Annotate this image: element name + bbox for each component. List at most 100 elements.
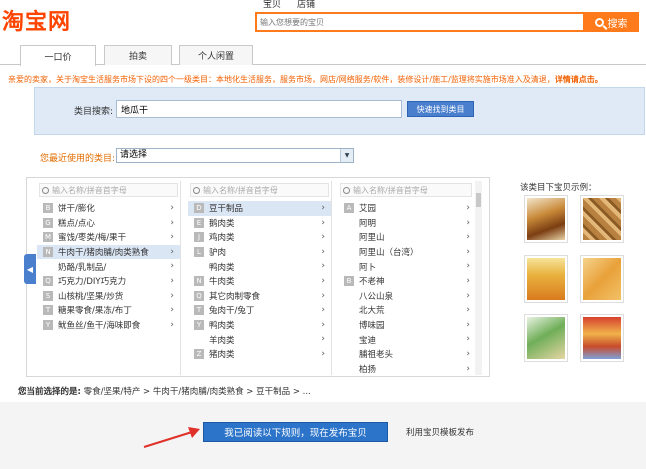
chevron-right-icon: › — [170, 319, 174, 330]
chevron-right-icon: › — [321, 203, 325, 213]
category-item-label: 阿里山 — [359, 233, 385, 244]
current-selection-label: 您当前选择的是: — [18, 387, 81, 397]
category-list-1: B 饼干/膨化 › G 糕点/点心 › M 蜜饯/枣类/梅/果干 › N 牛肉干/猪肉脯/肉类熟食 ›… — [37, 201, 180, 332]
search-button-label: 搜索 — [607, 18, 628, 30]
category-item-label: 鸡肉类 — [209, 233, 235, 244]
category-item[interactable]: T 兔肉干/兔丁 › — [188, 303, 331, 318]
category-item[interactable]: 柏扬 › — [338, 362, 482, 375]
category-item[interactable]: Q 其它肉制零食 › — [188, 289, 331, 304]
notice-text: 亲爱的卖家，关于淘宝生活服务市场下设的四个一级类目：本地化生活服务，服务市场，网… — [8, 74, 644, 85]
category-item[interactable]: 宝迪 › — [338, 332, 482, 347]
search-icon — [594, 17, 604, 27]
tab-personal-idle[interactable]: 个人闲置 — [179, 45, 253, 65]
chevron-right-icon: › — [170, 217, 174, 228]
chevron-right-icon: › — [466, 246, 470, 257]
category-item-label: 其它肉制零食 — [209, 291, 261, 302]
category-item[interactable]: T 糖果零食/果冻/布丁 › — [37, 303, 180, 318]
chevron-right-icon: › — [321, 275, 325, 286]
search-button[interactable]: 搜索 — [583, 12, 639, 32]
category-item-label: 饼干/膨化 — [58, 204, 95, 215]
publish-item-button[interactable]: 我已阅读以下规则，现在发布宝贝 — [203, 422, 388, 442]
taobao-logo[interactable]: 淘宝网 — [2, 4, 118, 36]
category-item[interactable]: Y 鱿鱼丝/鱼干/海味即食 › — [37, 318, 180, 333]
category-list-3: A 艾园 › 阿明 › 阿里山 › 阿里山（台湾） › 阿卜 › B 不老神 › 八公山泉 › 北大荒 › 博味园 ›… — [338, 201, 482, 375]
example-image-2[interactable] — [580, 195, 624, 243]
notice-detail-link[interactable]: 详情请点击。 — [555, 75, 603, 84]
chevron-right-icon: › — [170, 246, 174, 257]
search-tab-shops[interactable]: 店铺 — [289, 0, 323, 12]
category-item[interactable]: 北大荒 › — [338, 303, 482, 318]
category-item[interactable]: 羊肉类 › — [188, 332, 331, 347]
chevron-down-icon[interactable]: ▼ — [340, 149, 353, 162]
brand-list-scrollbar[interactable] — [475, 181, 482, 375]
tab-fixed-price[interactable]: 一口价 — [20, 45, 96, 66]
chevron-right-icon: › — [170, 232, 174, 243]
column-search-3[interactable]: 输入名称/拼音首字母 — [340, 183, 472, 197]
category-item[interactable]: Q 巧克力/DIY巧克力 › — [37, 274, 180, 289]
letter-badge: T — [43, 305, 53, 316]
category-column-3: 输入名称/拼音首字母 A 艾园 › 阿明 › 阿里山 › 阿里山（台湾） › 阿卜 › B 不老神 › 八公… — [338, 181, 482, 375]
category-item[interactable]: Z 猪肉类 › — [188, 347, 331, 362]
category-item-label: 猪肉类 — [209, 350, 235, 361]
quick-find-category-button[interactable]: 快速找到类目 — [407, 101, 474, 117]
recent-category-label: 您最近使用的类目: — [40, 154, 116, 164]
chevron-right-icon: › — [466, 334, 470, 345]
column-search-2[interactable]: 输入名称/拼音首字母 — [190, 183, 329, 197]
category-item[interactable]: 脯祖老头 › — [338, 347, 482, 362]
category-item[interactable]: 阿卜 › — [338, 259, 482, 274]
category-item[interactable]: 八公山泉 › — [338, 289, 482, 304]
tab-auction[interactable]: 拍卖 — [104, 45, 172, 65]
category-item[interactable]: 阿里山 › — [338, 230, 482, 245]
category-item-label: 阿里山（台湾） — [359, 248, 419, 259]
letter-badge: Y — [43, 320, 53, 331]
category-item-label: 艾园 — [359, 204, 377, 215]
publish-from-template-link[interactable]: 利用宝贝模板发布 — [406, 426, 474, 438]
category-item[interactable]: 奶酪/乳制品/ › — [37, 259, 180, 274]
category-item[interactable]: D 豆干制品 › — [188, 201, 331, 216]
category-item[interactable]: E 鹅肉类 › — [188, 216, 331, 231]
search-tab-items[interactable]: 宝贝 — [255, 0, 289, 12]
scroll-left-arrow-icon[interactable]: ◀ — [24, 254, 36, 284]
category-item-label: 牛肉类 — [209, 277, 235, 288]
chevron-right-icon: › — [321, 290, 325, 301]
category-item[interactable]: S 山核桃/坚果/炒货 › — [37, 289, 180, 304]
category-item[interactable]: M 蜜饯/枣类/梅/果干 › — [37, 230, 180, 245]
category-item-label: 柏扬 — [359, 364, 377, 375]
chevron-right-icon: › — [170, 290, 174, 301]
example-image-5[interactable] — [524, 314, 568, 362]
category-item[interactable]: 博味园 › — [338, 318, 482, 333]
category-item[interactable]: 鸭肉类 › — [188, 259, 331, 274]
letter-badge: N — [43, 247, 53, 258]
category-item[interactable]: G 糕点/点心 › — [37, 216, 180, 231]
category-item-label: 阿明 — [359, 218, 377, 229]
chevron-right-icon: › — [170, 261, 174, 272]
category-item[interactable]: Y 鸭肉类 › — [188, 318, 331, 333]
category-item-label: 奶酪/乳制品/ — [58, 262, 107, 273]
example-image-4[interactable] — [580, 255, 624, 303]
letter-badge: E — [194, 217, 204, 228]
search-input[interactable] — [257, 14, 583, 30]
category-search-input[interactable] — [117, 101, 401, 117]
chevron-right-icon: › — [466, 232, 470, 243]
recent-category-select[interactable]: 请选择 ▼ — [116, 148, 354, 163]
category-item[interactable]: B 不老神 › — [338, 274, 482, 289]
example-image-1[interactable] — [524, 195, 568, 243]
category-item[interactable]: 阿明 › — [338, 216, 482, 231]
chevron-right-icon: › — [170, 203, 174, 213]
category-item[interactable]: N 牛肉类 › — [188, 274, 331, 289]
category-item[interactable]: 阿里山（台湾） › — [338, 245, 482, 260]
column-search-1[interactable]: 输入名称/拼音首字母 — [39, 183, 178, 197]
chevron-right-icon: › — [170, 275, 174, 286]
category-item[interactable]: J 鸡肉类 › — [188, 230, 331, 245]
category-item-label: 阿卜 — [359, 262, 377, 273]
example-image-6[interactable] — [580, 314, 624, 362]
letter-badge: D — [194, 203, 204, 214]
letter-badge: N — [194, 276, 204, 287]
category-item[interactable]: N 牛肉干/猪肉脯/肉类熟食 › — [37, 244, 180, 260]
example-image-3[interactable] — [524, 255, 568, 303]
category-item[interactable]: A 艾园 › — [338, 201, 482, 216]
category-item[interactable]: L 驴肉 › — [188, 245, 331, 260]
chevron-right-icon: › — [321, 305, 325, 316]
category-item[interactable]: B 饼干/膨化 › — [37, 201, 180, 216]
scrollbar-thumb[interactable] — [476, 193, 481, 207]
